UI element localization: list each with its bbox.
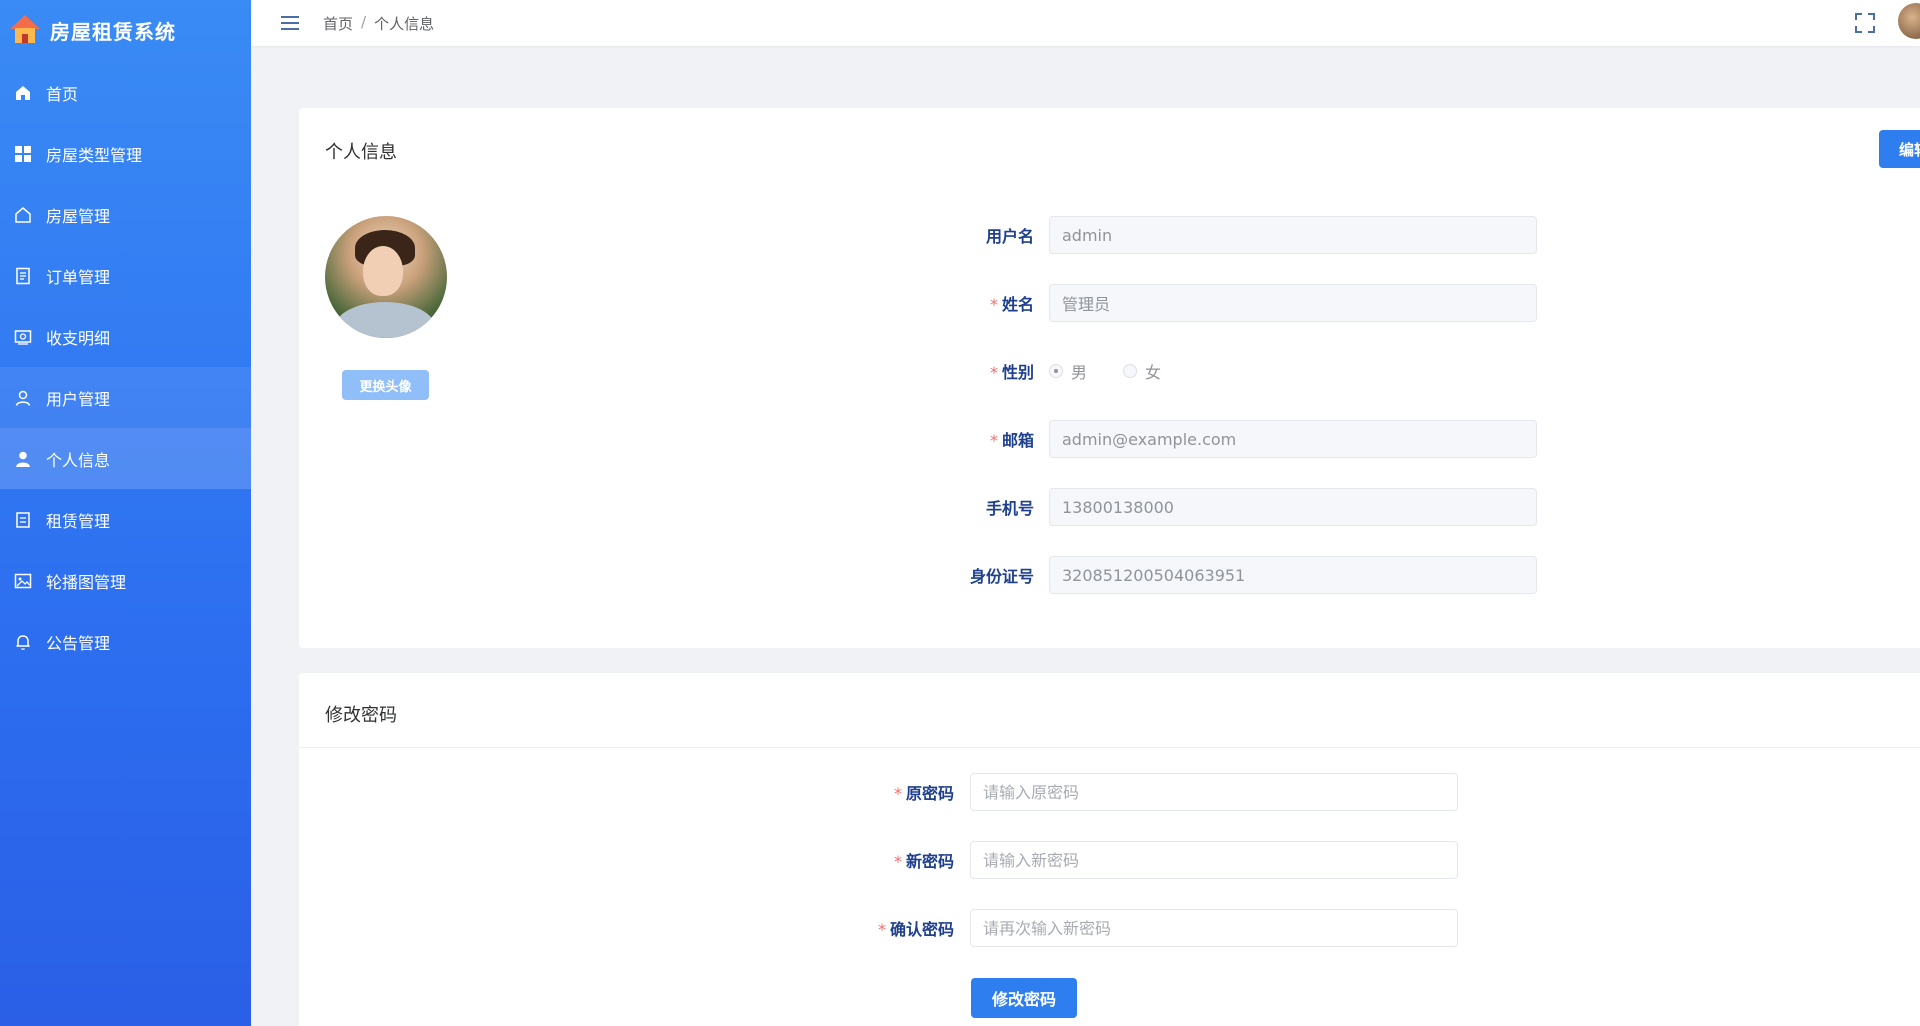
profile-avatar: [325, 216, 447, 338]
gender-radio-female[interactable]: 女: [1123, 359, 1161, 383]
phone-label: 手机号: [985, 499, 1034, 518]
old-password-label: * 原密码: [893, 784, 954, 803]
username-label: 用户名: [985, 227, 1034, 246]
email-row: * 邮箱: [909, 420, 1537, 458]
sidebar-item-label: 房屋类型管理: [46, 145, 143, 165]
breadcrumb: 首页 / 个人信息: [323, 13, 434, 34]
house-outline-icon: [14, 206, 32, 224]
radio-checked-icon: [1049, 364, 1063, 378]
sidebar-item-profile[interactable]: 个人信息: [0, 428, 251, 489]
breadcrumb-home[interactable]: 首页: [323, 13, 353, 34]
sidebar-item-finance[interactable]: 收支明细: [0, 306, 251, 367]
profile-card: 个人信息 编辑 更换头像 用户名 *姓名 *性别 男 女 *邮箱 手机号: [299, 108, 1920, 648]
new-password-row: * 新密码: [819, 841, 1458, 879]
menu-fold-icon[interactable]: [281, 14, 299, 32]
email-label: * 邮箱: [989, 431, 1034, 450]
sidebar-menu: 首页 房屋类型管理 房屋管理 订单管理 收支明细 用户管理 个人信息 租赁管理 …: [0, 62, 251, 672]
sidebar-item-label: 公告管理: [46, 633, 111, 653]
new-password-label: * 新密码: [893, 852, 954, 871]
old-password-row: * 原密码: [819, 773, 1458, 811]
sidebar-item-label: 租赁管理: [46, 511, 111, 531]
old-password-field[interactable]: [970, 773, 1458, 811]
name-label: * 姓名: [989, 295, 1034, 314]
sidebar-item-home[interactable]: 首页: [0, 62, 251, 123]
sidebar-item-houses[interactable]: 房屋管理: [0, 184, 251, 245]
picture-icon: [14, 572, 32, 590]
edit-button[interactable]: 编辑: [1879, 130, 1920, 168]
home-icon: [14, 84, 32, 102]
idcard-row: 身份证号: [909, 556, 1537, 594]
app-title: 房屋租赁系统: [50, 19, 176, 44]
phone-field[interactable]: [1049, 488, 1537, 526]
top-header: 首页 / 个人信息: [251, 0, 1920, 46]
gender-radio-male[interactable]: 男: [1049, 359, 1087, 383]
phone-row: 手机号: [909, 488, 1537, 526]
confirm-password-row: * 确认密码: [819, 909, 1458, 947]
user-outline-icon: [14, 389, 32, 407]
card-divider: [299, 747, 1920, 748]
idcard-label: 身份证号: [969, 567, 1034, 586]
sidebar-item-label: 收支明细: [46, 328, 111, 348]
breadcrumb-separator: /: [361, 12, 367, 31]
gender-radio-group: 男 女: [1049, 352, 1161, 390]
gender-row: * 性别 男 女: [909, 352, 1161, 390]
name-field[interactable]: [1049, 284, 1537, 322]
gender-label: * 性别: [989, 363, 1034, 382]
user-filled-icon: [14, 450, 32, 468]
username-row: 用户名: [909, 216, 1537, 254]
password-card-title: 修改密码: [325, 705, 397, 726]
document-icon: [14, 267, 32, 285]
sidebar-item-carousel[interactable]: 轮播图管理: [0, 550, 251, 611]
radio-unchecked-icon: [1123, 364, 1138, 378]
sidebar-item-label: 个人信息: [46, 450, 111, 470]
name-row: * 姓名: [909, 284, 1537, 322]
sidebar-item-label: 用户管理: [46, 389, 111, 409]
sidebar-item-orders[interactable]: 订单管理: [0, 245, 251, 306]
username-field[interactable]: [1049, 216, 1537, 254]
confirm-password-label: * 确认密码: [877, 920, 954, 939]
user-avatar[interactable]: [1898, 3, 1920, 39]
new-password-field[interactable]: [970, 841, 1458, 879]
sidebar-item-label: 房屋管理: [46, 206, 111, 226]
lease-icon: [14, 511, 32, 529]
finance-icon: [14, 328, 32, 346]
password-card: 修改密码 * 原密码 * 新密码 * 确认密码 修改密码: [299, 673, 1920, 1026]
sidebar-item-label: 订单管理: [46, 267, 111, 287]
bell-icon: [14, 633, 32, 651]
change-password-button[interactable]: 修改密码: [971, 978, 1077, 1018]
sidebar: 房屋租赁系统 首页 房屋类型管理 房屋管理 订单管理 收支明细 用户管理 个人信…: [0, 0, 251, 1026]
sidebar-item-notices[interactable]: 公告管理: [0, 611, 251, 672]
confirm-password-field[interactable]: [970, 909, 1458, 947]
house-logo-icon: [10, 15, 40, 45]
breadcrumb-current: 个人信息: [374, 14, 435, 33]
change-avatar-button[interactable]: 更换头像: [342, 370, 429, 400]
fullscreen-icon[interactable]: [1854, 12, 1876, 34]
idcard-field[interactable]: [1049, 556, 1537, 594]
sidebar-item-label: 首页: [46, 84, 79, 104]
sidebar-item-lease[interactable]: 租赁管理: [0, 489, 251, 550]
grid-icon: [14, 145, 32, 163]
sidebar-item-label: 轮播图管理: [46, 572, 127, 592]
profile-card-title: 个人信息: [325, 142, 397, 163]
email-field[interactable]: [1049, 420, 1537, 458]
app-logo[interactable]: 房屋租赁系统: [0, 0, 251, 60]
sidebar-item-users[interactable]: 用户管理: [0, 367, 251, 428]
sidebar-item-house-types[interactable]: 房屋类型管理: [0, 123, 251, 184]
